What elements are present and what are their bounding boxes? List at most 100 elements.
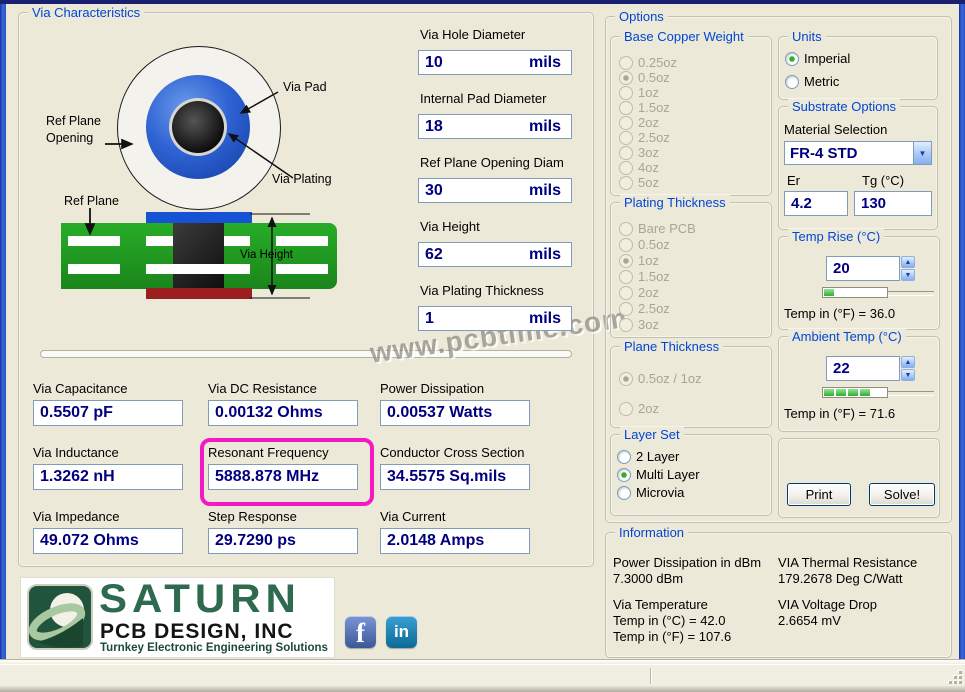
tg-field[interactable]: 130	[854, 191, 932, 216]
field-value: 30	[425, 181, 443, 199]
radio-metric[interactable]: Metric	[785, 74, 839, 89]
radio-label: 0.25oz	[638, 55, 678, 70]
logo-title: SATURN	[99, 576, 301, 621]
radio-icon	[619, 100, 633, 115]
radio-icon	[617, 485, 631, 500]
facebook-icon[interactable]: f	[345, 616, 376, 648]
radio-icon	[619, 130, 633, 145]
field-value: 1.3262 nH	[40, 468, 115, 485]
ref-plane-opening-label-1: Ref Plane	[46, 114, 101, 128]
temp-rise-converted: Temp in (°F) = 36.0	[784, 306, 896, 321]
radio-label: Microvia	[636, 485, 685, 500]
via-temperature-c: Temp in (°C) = 42.0	[613, 613, 726, 628]
via-height-field[interactable]: 62 mils	[418, 242, 572, 267]
radio-icon	[619, 175, 633, 190]
radio-2-layer[interactable]: 2 Layer	[617, 449, 679, 464]
logo-subtitle: PCB DESIGN, INC	[100, 620, 294, 643]
via-inductance-field[interactable]: 1.3262 nH	[33, 464, 183, 490]
spin-up-icon[interactable]: ▲	[901, 256, 915, 268]
spin-down-icon[interactable]: ▼	[901, 369, 915, 381]
field-value: 29.7290 ps	[215, 532, 296, 549]
units-group: Units Imperial Metric	[778, 29, 938, 100]
via-current-field[interactable]: 2.0148 Amps	[380, 528, 530, 554]
material-selection-dropdown[interactable]: FR-4 STD ▼	[784, 141, 932, 165]
field-value: 0.5507 pF	[40, 404, 113, 421]
via-capacitance-field[interactable]: 0.5507 pF	[33, 400, 183, 426]
voltage-drop-value: 2.6654 mV	[778, 613, 841, 628]
temp-rise-progress	[822, 287, 888, 298]
radio-icon	[619, 401, 633, 416]
radio-imperial[interactable]: Imperial	[785, 51, 850, 66]
resonant-frequency-label: Resonant Frequency	[208, 445, 329, 460]
radio-icon	[785, 51, 799, 66]
internal-pad-diameter-field[interactable]: 18 mils	[418, 114, 572, 139]
temp-rise-title: Temp Rise (°C)	[788, 229, 885, 244]
base-copper-weight-group: Base Copper Weight 0.25oz 0.5oz 1oz 1.5o…	[610, 29, 772, 196]
via-plating-thickness-field[interactable]: 1 mils	[418, 306, 572, 331]
saturn-logo: SATURN PCB DESIGN, INC Turnkey Electroni…	[20, 576, 335, 658]
radio-pt-3oz: 3oz	[619, 317, 659, 332]
ambient-temp-field[interactable]: 22	[826, 356, 900, 381]
ambient-temp-stepper[interactable]: ▲ ▼	[901, 356, 915, 381]
radio-icon	[617, 467, 631, 482]
field-value: 2.0148 Amps	[387, 532, 485, 549]
via-pad-label: Via Pad	[283, 80, 327, 94]
step-response-field[interactable]: 29.7290 ps	[208, 528, 358, 554]
ref-plane-opening-diam-label: Ref Plane Opening Diam	[420, 155, 564, 170]
radio-label: 2oz	[638, 401, 659, 416]
ambient-temp-progress	[822, 387, 888, 398]
conductor-cross-section-field[interactable]: 34.5575 Sq.mils	[380, 464, 530, 490]
ref-plane-opening-diam-field[interactable]: 30 mils	[418, 178, 572, 203]
radio-pt-1oz: 1oz	[619, 253, 659, 268]
radio-icon	[619, 317, 633, 332]
radio-plane-0.5oz-1oz: 0.5oz / 1oz	[619, 371, 702, 386]
print-button[interactable]: Print	[787, 483, 851, 506]
window-top-border	[0, 0, 965, 4]
layer-set-group: Layer Set 2 Layer Multi Layer Microvia	[610, 427, 772, 516]
temp-rise-stepper[interactable]: ▲ ▼	[901, 256, 915, 281]
field-value: 1	[425, 309, 434, 327]
progress-groove	[888, 291, 934, 296]
chevron-down-icon[interactable]: ▼	[913, 142, 931, 164]
via-temperature-f: Temp in (°F) = 107.6	[613, 629, 732, 644]
radio-bcw-5oz: 5oz	[619, 175, 659, 190]
temp-rise-field[interactable]: 20	[826, 256, 900, 281]
thermal-resistance-value: 179.2678 Deg C/Watt	[778, 571, 903, 586]
radio-label: 1.5oz	[638, 269, 670, 284]
field-unit: mils	[528, 117, 561, 135]
via-hole-diameter-field[interactable]: 10 mils	[418, 50, 572, 75]
radio-icon	[619, 55, 633, 70]
field-value: 22	[833, 360, 850, 377]
radio-bcw-2oz: 2oz	[619, 115, 659, 130]
facebook-glyph: f	[356, 618, 365, 648]
radio-bcw-1oz: 1oz	[619, 85, 659, 100]
power-dissipation-field[interactable]: 0.00537 Watts	[380, 400, 530, 426]
saturn-logo-icon	[27, 584, 93, 650]
radio-label: Bare PCB	[638, 221, 696, 236]
radio-label: 0.5oz	[638, 237, 670, 252]
actions-group: Print Solve!	[778, 438, 940, 518]
window-left-border	[0, 4, 6, 688]
radio-bcw-4oz: 4oz	[619, 160, 659, 175]
spin-up-icon[interactable]: ▲	[901, 356, 915, 368]
radio-multi-layer[interactable]: Multi Layer	[617, 467, 700, 482]
power-dissipation-label: Power Dissipation	[380, 381, 485, 396]
resize-grip-icon[interactable]	[948, 670, 962, 684]
status-bar-separator	[650, 668, 652, 684]
via-impedance-field[interactable]: 49.072 Ohms	[33, 528, 183, 554]
radio-microvia[interactable]: Microvia	[617, 485, 684, 500]
spin-down-icon[interactable]: ▼	[901, 269, 915, 281]
er-field[interactable]: 4.2	[784, 191, 848, 216]
radio-pt-2.5oz: 2.5oz	[619, 301, 670, 316]
internal-pad-diameter-label: Internal Pad Diameter	[420, 91, 547, 106]
solve-button[interactable]: Solve!	[869, 483, 935, 506]
linkedin-glyph: in	[393, 622, 410, 641]
window-right-border	[959, 4, 965, 688]
resonant-frequency-field[interactable]: 5888.878 MHz	[208, 464, 358, 490]
field-value: 5888.878 MHz	[215, 468, 320, 485]
via-plating-thickness-label: Via Plating Thickness	[420, 283, 544, 298]
via-dc-resistance-field[interactable]: 0.00132 Ohms	[208, 400, 358, 426]
radio-label: 2.5oz	[638, 130, 670, 145]
layer-set-title: Layer Set	[620, 427, 684, 442]
linkedin-icon[interactable]: in	[386, 616, 417, 648]
